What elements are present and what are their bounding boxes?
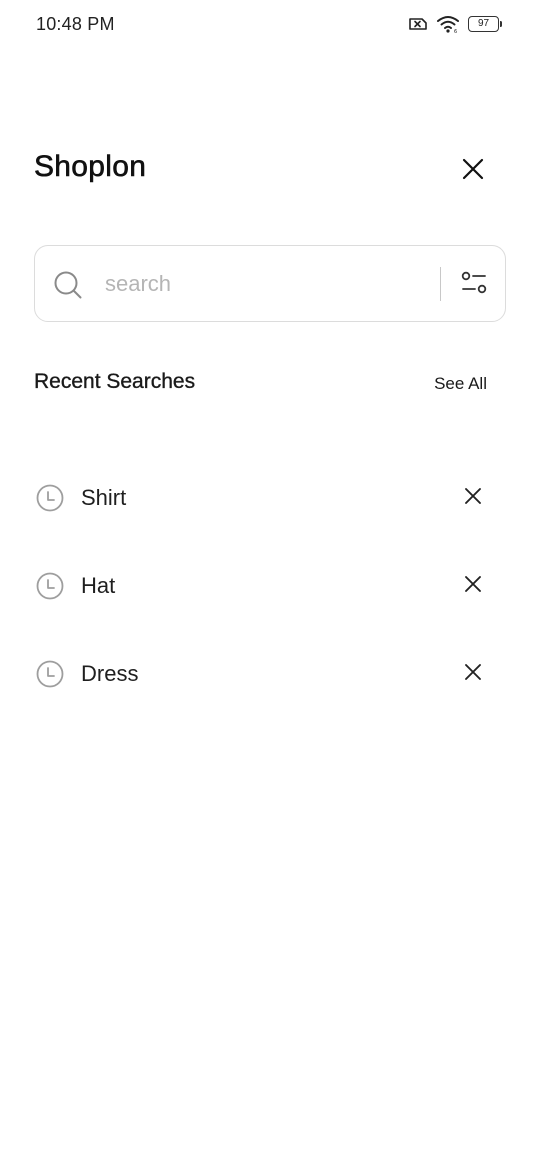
recent-item-dress[interactable]: Dress xyxy=(0,630,540,718)
recent-item-shirt[interactable]: Shirt xyxy=(0,454,540,542)
search-icon[interactable] xyxy=(53,270,83,300)
close-icon xyxy=(464,487,482,510)
close-button[interactable] xyxy=(456,154,490,188)
recent-item-hat[interactable]: Hat xyxy=(0,542,540,630)
filter-icon xyxy=(460,270,488,301)
clock-icon xyxy=(36,660,64,688)
brand-logo: Shoplon xyxy=(34,150,147,184)
remove-recent-button[interactable] xyxy=(458,483,488,513)
battery-icon: 97 xyxy=(468,16,502,32)
wifi-icon: 6 xyxy=(436,15,460,33)
sim-x-icon xyxy=(408,16,428,32)
close-icon xyxy=(461,157,485,186)
clock-icon xyxy=(36,484,64,512)
clock-icon xyxy=(36,572,64,600)
recent-searches-title: Recent Searches xyxy=(34,370,196,393)
recent-item-label: Hat xyxy=(81,573,116,598)
status-time: 10:48 PM xyxy=(36,14,115,34)
recent-item-label: Dress xyxy=(81,661,139,686)
see-all-link[interactable]: See All xyxy=(434,374,487,394)
filter-button[interactable] xyxy=(455,266,493,304)
status-icons: 6 97 xyxy=(408,14,502,34)
recent-item-label: Shirt xyxy=(81,485,127,510)
close-icon xyxy=(464,663,482,686)
search-input[interactable] xyxy=(105,266,425,302)
search-box xyxy=(34,245,506,322)
search-divider xyxy=(440,267,442,301)
battery-level: 97 xyxy=(477,18,490,29)
svg-text:6: 6 xyxy=(454,29,457,33)
remove-recent-button[interactable] xyxy=(458,659,488,689)
recent-searches-list: Shirt Hat Dress xyxy=(0,454,540,718)
status-bar: 10:48 PM 6 97 xyxy=(0,0,540,48)
close-icon xyxy=(464,575,482,598)
remove-recent-button[interactable] xyxy=(458,571,488,601)
